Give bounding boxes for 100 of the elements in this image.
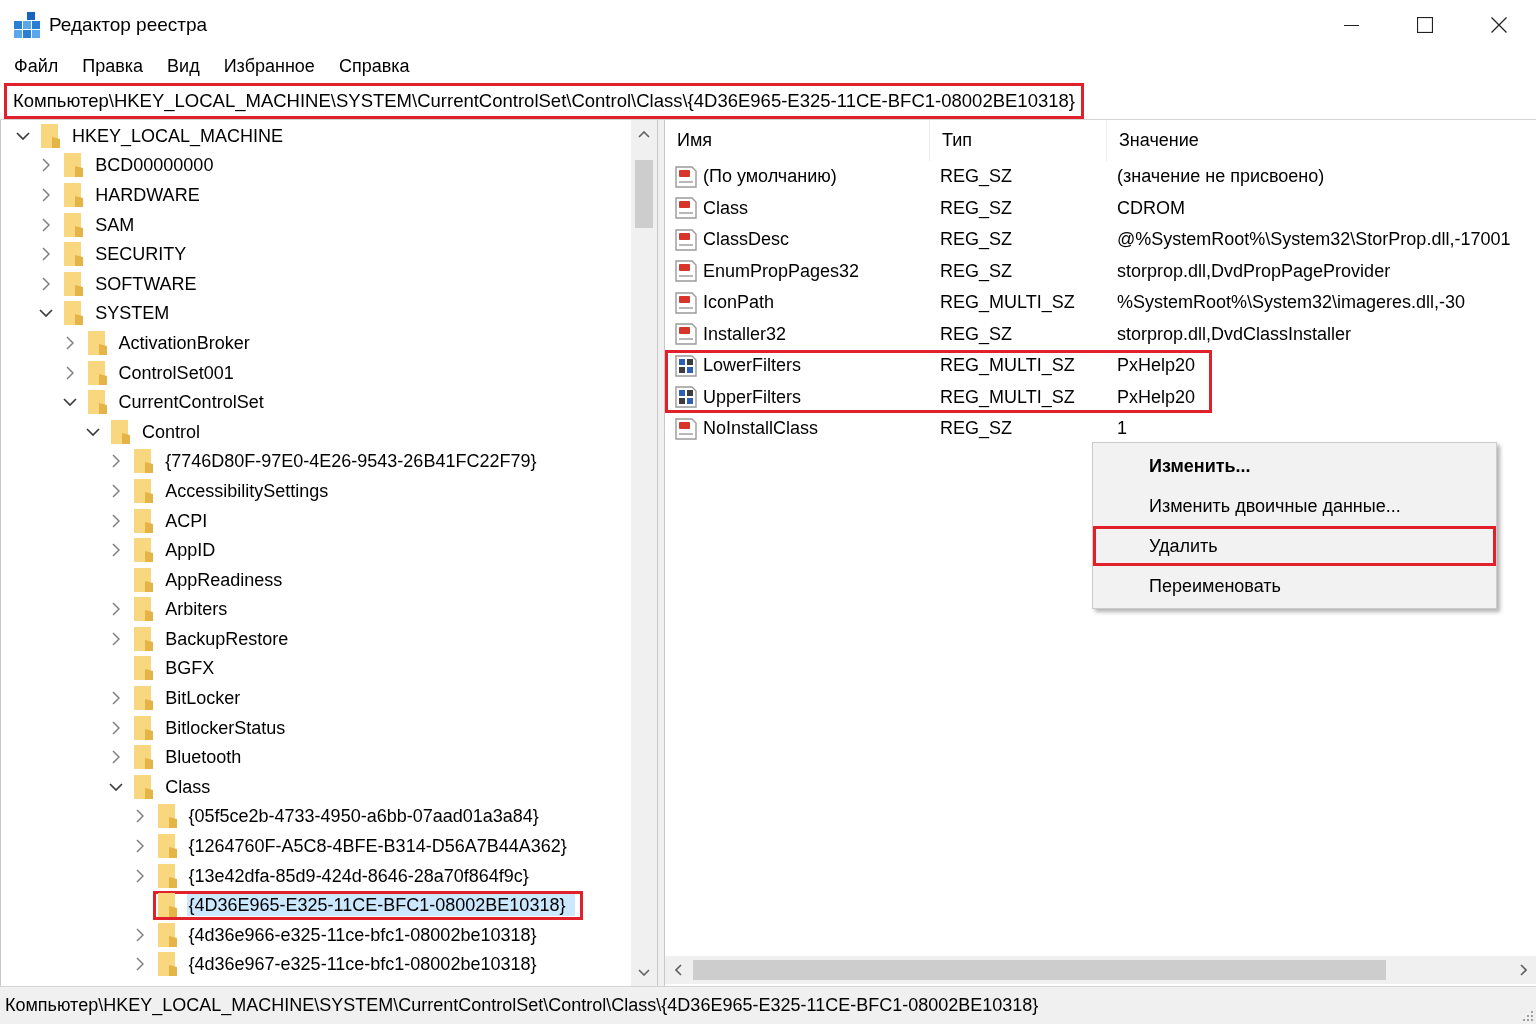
blocks-icon xyxy=(14,12,40,38)
tree-item[interactable]: AccessibilitySettings xyxy=(163,479,331,502)
folder-icon xyxy=(87,390,107,415)
chevron-right-icon[interactable] xyxy=(135,927,144,942)
tree-item[interactable]: CurrentControlSet xyxy=(116,391,266,414)
tree-item[interactable]: {4d36e966-e325-11ce-bfc1-08002be10318} xyxy=(186,923,539,946)
tree-item[interactable]: SYSTEM xyxy=(93,302,172,325)
tree-item[interactable]: AppReadiness xyxy=(163,568,285,591)
table-cell: REG_SZ xyxy=(940,229,1013,250)
table-cell: NoInstallClass xyxy=(703,418,819,440)
chevron-right-icon[interactable] xyxy=(112,513,121,528)
tree-item[interactable]: SECURITY xyxy=(93,243,189,266)
table-cell: REG_SZ xyxy=(940,418,1013,439)
table-cell: REG_MULTI_SZ xyxy=(940,386,1075,407)
chevron-right-icon[interactable] xyxy=(42,188,51,202)
chevron-down-icon[interactable] xyxy=(62,398,77,407)
table-cell: CDROM xyxy=(1117,197,1185,218)
chevron-right-icon[interactable] xyxy=(112,483,121,498)
folder-icon xyxy=(134,597,154,622)
table-cell: ClassDesc xyxy=(703,229,790,251)
chevron-down-icon[interactable] xyxy=(39,309,54,318)
tree-item[interactable]: ActivationBroker xyxy=(116,331,252,354)
folder-icon xyxy=(134,538,154,563)
table-cell: @%SystemRoot%\System32\StorProp.dll,-17001 xyxy=(1117,229,1511,250)
scrollbar-thumb[interactable] xyxy=(635,160,653,228)
chevron-right-icon[interactable] xyxy=(135,868,144,883)
menu-item[interactable]: Удалить xyxy=(1093,526,1496,566)
tree-item[interactable]: {13e42dfa-85d9-424d-8646-28a70f864f9c} xyxy=(186,864,531,887)
folder-icon xyxy=(157,952,177,977)
tree-item[interactable]: HKEY_LOCAL_MACHINE xyxy=(70,124,286,147)
tree-item[interactable]: {1264760F-A5C8-4BFE-B314-D56A7B44A362} xyxy=(186,835,569,858)
tree-item[interactable]: AppID xyxy=(163,539,218,562)
folder-icon xyxy=(157,863,177,888)
chevron-right-icon[interactable] xyxy=(42,158,51,173)
folder-icon xyxy=(157,834,177,859)
chevron-right-icon[interactable] xyxy=(112,454,121,469)
grid-page-icon xyxy=(675,354,697,377)
chevron-right-icon[interactable] xyxy=(135,809,144,824)
folder-icon xyxy=(134,656,154,681)
resize-grip-icon[interactable] xyxy=(1523,1011,1533,1021)
tree-item[interactable]: {4D36E965-E325-11CE-BFC1-08002BE10318} xyxy=(186,894,576,917)
chevron-right-icon[interactable] xyxy=(65,335,74,350)
tree-item[interactable]: {7746D80F-97E0-4E26-9543-26B41FC22F79} xyxy=(163,450,539,473)
chevron-down-icon[interactable] xyxy=(109,782,124,791)
maximize-icon xyxy=(1417,17,1433,33)
chevron-down-icon[interactable] xyxy=(85,427,100,436)
tree-item[interactable]: ControlSet001 xyxy=(116,361,236,384)
menu-item[interactable]: Изменить... xyxy=(1093,446,1496,486)
lined-page-icon xyxy=(675,417,697,440)
menu-item[interactable]: Вид xyxy=(155,51,212,81)
menu-item[interactable]: Правка xyxy=(70,51,156,81)
tree-item[interactable]: HARDWARE xyxy=(93,184,202,206)
tree-item[interactable]: Control xyxy=(139,420,202,443)
chevron-right-icon[interactable] xyxy=(65,365,74,380)
menu-item[interactable]: Справка xyxy=(326,51,422,81)
tree-item[interactable]: Arbiters xyxy=(163,598,230,621)
chevron-right-icon[interactable] xyxy=(112,631,121,646)
table-cell: REG_MULTI_SZ xyxy=(940,292,1075,313)
minimize-icon xyxy=(1343,24,1359,26)
chevron-right-icon[interactable] xyxy=(112,543,121,558)
chevron-right-icon[interactable] xyxy=(112,750,121,765)
table-cell: REG_SZ xyxy=(940,197,1013,218)
chevron-right-icon[interactable] xyxy=(112,691,121,706)
tree-item[interactable]: {4d36e967-e325-11ce-bfc1-08002be10318} xyxy=(186,953,539,976)
address-field[interactable]: Компьютер\HKEY_LOCAL_MACHINE\SYSTEM\CurrentControlSet\Control\Class\{4D36E965-E325-11CE-BFC1-08002BE10318} xyxy=(4,82,1084,119)
grid-page-icon xyxy=(675,386,697,409)
chevron-right-icon[interactable] xyxy=(42,247,51,262)
tree-item[interactable]: Class xyxy=(163,775,213,798)
tree-item[interactable]: BitLocker xyxy=(163,687,243,710)
chevron-right-icon[interactable] xyxy=(135,839,144,854)
menu-item[interactable]: Избранное xyxy=(211,51,327,81)
tree-item[interactable]: BCD00000000 xyxy=(93,154,216,177)
tree-item[interactable]: {05f5ce2b-4733-4950-a6bb-07aad01a3a84} xyxy=(186,805,541,828)
tree-item[interactable]: BGFX xyxy=(163,657,217,680)
tree-item[interactable]: BitlockerStatus xyxy=(163,716,288,739)
chevron-down-icon[interactable] xyxy=(16,131,30,140)
chevron-right-icon[interactable] xyxy=(42,276,51,291)
folder-icon xyxy=(64,242,84,267)
chevron-right-icon[interactable] xyxy=(112,720,121,735)
tree-item[interactable]: Bluetooth xyxy=(163,746,244,769)
folder-icon xyxy=(64,271,84,296)
table-cell: (значение не присвоено) xyxy=(1117,166,1325,187)
menu-item[interactable]: Переименовать xyxy=(1093,566,1496,606)
scrollbar-thumb[interactable] xyxy=(693,960,1386,980)
folder-icon xyxy=(134,774,154,799)
tree-item[interactable]: SAM xyxy=(93,213,137,236)
folder-icon xyxy=(157,804,177,829)
menu-item[interactable]: Изменить двоичные данные... xyxy=(1093,486,1496,526)
menu-item[interactable]: Файл xyxy=(2,51,71,81)
tree-item[interactable]: BackupRestore xyxy=(163,627,291,650)
folder-icon xyxy=(134,626,154,651)
chevron-left-icon xyxy=(674,964,682,976)
chevron-right-icon[interactable] xyxy=(135,957,144,972)
folder-icon xyxy=(87,330,107,355)
tree-item[interactable]: ACPI xyxy=(163,509,210,532)
folder-icon xyxy=(134,567,154,592)
chevron-right-icon[interactable] xyxy=(112,602,121,617)
chevron-right-icon[interactable] xyxy=(42,217,51,232)
tree-item[interactable]: SOFTWARE xyxy=(93,272,199,295)
folder-icon xyxy=(134,715,154,740)
